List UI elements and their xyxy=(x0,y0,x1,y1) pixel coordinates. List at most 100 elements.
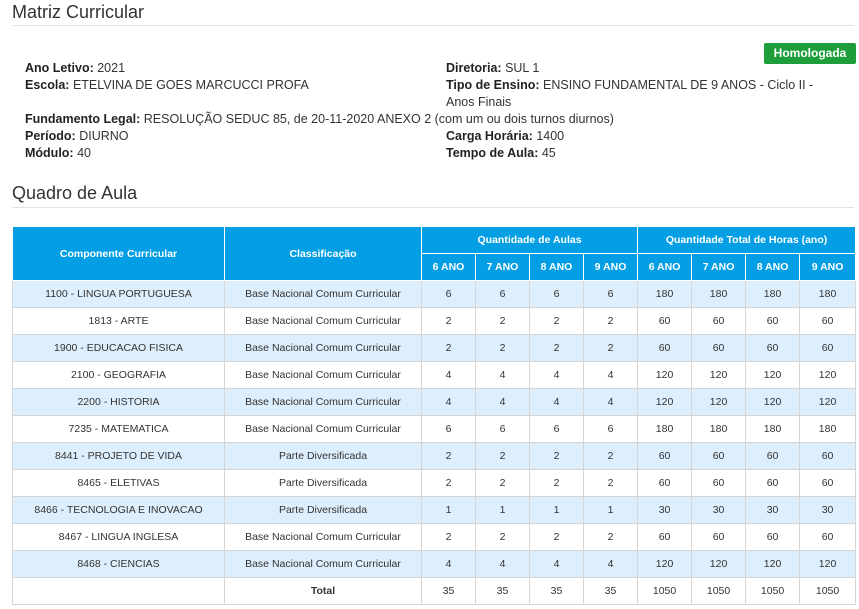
col-header-horas-8: 8 ANO xyxy=(745,253,801,281)
table-row: 2200 - HISTORIA Base Nacional Comum Curr… xyxy=(12,388,857,416)
info-escola: Escola: ETELVINA DE GOES MARCUCCI PROFA xyxy=(25,77,309,94)
cell-horas: 60 xyxy=(691,307,747,335)
table-total-row: Total 35 35 35 35 1050 1050 1050 1050 xyxy=(12,577,857,605)
cell-aulas: 2 xyxy=(582,334,639,362)
cell-aulas: 2 xyxy=(582,442,639,470)
info-label: Tempo de Aula: xyxy=(446,146,539,160)
info-label: Fundamento Legal: xyxy=(25,112,141,126)
cell-classificacao: Parte Diversificada xyxy=(224,442,422,470)
cell-aulas: 2 xyxy=(529,442,584,470)
info-label: Módulo: xyxy=(25,146,74,160)
col-header-aulas-6: 6 ANO xyxy=(421,253,476,281)
cell-aulas: 6 xyxy=(475,280,530,308)
cell-aulas: 2 xyxy=(582,523,639,551)
col-header-qtd-horas: Quantidade Total de Horas (ano) xyxy=(637,226,857,254)
col-header-classificacao: Classificação xyxy=(224,226,422,281)
cell-horas: 120 xyxy=(691,550,747,578)
info-modulo: Módulo: 40 xyxy=(25,145,91,162)
cell-aulas: 2 xyxy=(529,307,584,335)
cell-aulas: 2 xyxy=(529,334,584,362)
cell-classificacao: Base Nacional Comum Curricular xyxy=(224,334,422,362)
cell-aulas: 1 xyxy=(421,496,476,524)
cell-componente: 8441 - PROJETO DE VIDA xyxy=(12,442,225,470)
cell-horas: 60 xyxy=(637,523,693,551)
cell-componente: 8468 - CIENCIAS xyxy=(12,550,225,578)
cell-classificacao: Base Nacional Comum Curricular xyxy=(224,361,422,389)
table-row: 8465 - ELETIVAS Parte Diversificada 2 2 … xyxy=(12,469,857,497)
cell-horas: 120 xyxy=(637,550,693,578)
quadro-aula-table: Componente Curricular Classificação Quan… xyxy=(12,226,857,605)
cell-aulas: 1 xyxy=(529,496,584,524)
cell-horas: 60 xyxy=(745,523,801,551)
cell-horas: 180 xyxy=(691,415,747,443)
info-ano-letivo: Ano Letivo: 2021 xyxy=(25,60,125,77)
cell-horas: 180 xyxy=(637,280,693,308)
cell-aulas: 6 xyxy=(529,415,584,443)
cell-horas: 120 xyxy=(637,361,693,389)
cell-total-horas: 1050 xyxy=(637,577,693,605)
cell-aulas: 4 xyxy=(475,550,530,578)
info-value: SUL 1 xyxy=(505,61,540,75)
cell-horas: 120 xyxy=(799,550,857,578)
cell-aulas: 4 xyxy=(421,388,476,416)
cell-aulas: 4 xyxy=(582,388,639,416)
cell-horas: 30 xyxy=(799,496,857,524)
cell-componente: 1900 - EDUCACAO FISICA xyxy=(12,334,225,362)
cell-horas: 60 xyxy=(745,334,801,362)
cell-aulas: 1 xyxy=(582,496,639,524)
cell-horas: 60 xyxy=(691,442,747,470)
info-fundamento-legal: Fundamento Legal: RESOLUÇÃO SEDUC 85, de… xyxy=(25,111,614,128)
info-label: Escola: xyxy=(25,78,70,92)
status-badge: Homologada xyxy=(764,43,856,64)
info-value: 2021 xyxy=(97,61,126,75)
cell-classificacao: Base Nacional Comum Curricular xyxy=(224,550,422,578)
info-value: 45 xyxy=(541,146,556,160)
cell-horas: 30 xyxy=(691,496,747,524)
cell-horas: 60 xyxy=(637,334,693,362)
cell-horas: 120 xyxy=(799,361,857,389)
cell-aulas: 2 xyxy=(421,307,476,335)
cell-total-empty xyxy=(12,577,225,605)
col-header-aulas-8: 8 ANO xyxy=(529,253,584,281)
page-title: Matriz Curricular xyxy=(12,2,145,22)
cell-horas: 30 xyxy=(745,496,801,524)
info-label: Ano Letivo: xyxy=(25,61,94,75)
cell-classificacao: Parte Diversificada xyxy=(224,469,422,497)
cell-aulas: 2 xyxy=(421,442,476,470)
cell-total-aulas: 35 xyxy=(582,577,639,605)
cell-total-aulas: 35 xyxy=(475,577,530,605)
cell-total-horas: 1050 xyxy=(745,577,801,605)
info-value: RESOLUÇÃO SEDUC 85, de 20-11-2020 ANEXO … xyxy=(143,112,614,126)
cell-horas: 120 xyxy=(637,388,693,416)
cell-horas: 60 xyxy=(637,442,693,470)
cell-aulas: 4 xyxy=(582,550,639,578)
cell-classificacao: Base Nacional Comum Curricular xyxy=(224,280,422,308)
cell-aulas: 4 xyxy=(582,361,639,389)
col-header-aulas-7: 7 ANO xyxy=(475,253,530,281)
cell-horas: 60 xyxy=(745,442,801,470)
table-row: 7235 - MATEMATICA Base Nacional Comum Cu… xyxy=(12,415,857,443)
cell-aulas: 6 xyxy=(582,280,639,308)
info-tempo-aula: Tempo de Aula: 45 xyxy=(446,145,556,162)
col-header-aulas-9: 9 ANO xyxy=(582,253,639,281)
cell-aulas: 4 xyxy=(475,388,530,416)
page: Matriz Curricular Homologada Ano Letivo:… xyxy=(0,0,859,609)
info-carga-horaria: Carga Horária: 1400 xyxy=(446,128,564,145)
cell-horas: 60 xyxy=(799,442,857,470)
cell-aulas: 6 xyxy=(421,280,476,308)
cell-aulas: 2 xyxy=(475,442,530,470)
cell-componente: 7235 - MATEMATICA xyxy=(12,415,225,443)
cell-total-aulas: 35 xyxy=(529,577,584,605)
section-divider xyxy=(12,207,854,208)
table-row: 8441 - PROJETO DE VIDA Parte Diversifica… xyxy=(12,442,857,470)
cell-horas: 60 xyxy=(745,307,801,335)
cell-aulas: 6 xyxy=(475,415,530,443)
cell-aulas: 2 xyxy=(421,469,476,497)
cell-aulas: 6 xyxy=(582,415,639,443)
cell-aulas: 2 xyxy=(475,523,530,551)
cell-horas: 180 xyxy=(637,415,693,443)
cell-aulas: 2 xyxy=(421,334,476,362)
cell-aulas: 4 xyxy=(529,550,584,578)
cell-aulas: 4 xyxy=(475,361,530,389)
cell-horas: 180 xyxy=(745,280,801,308)
